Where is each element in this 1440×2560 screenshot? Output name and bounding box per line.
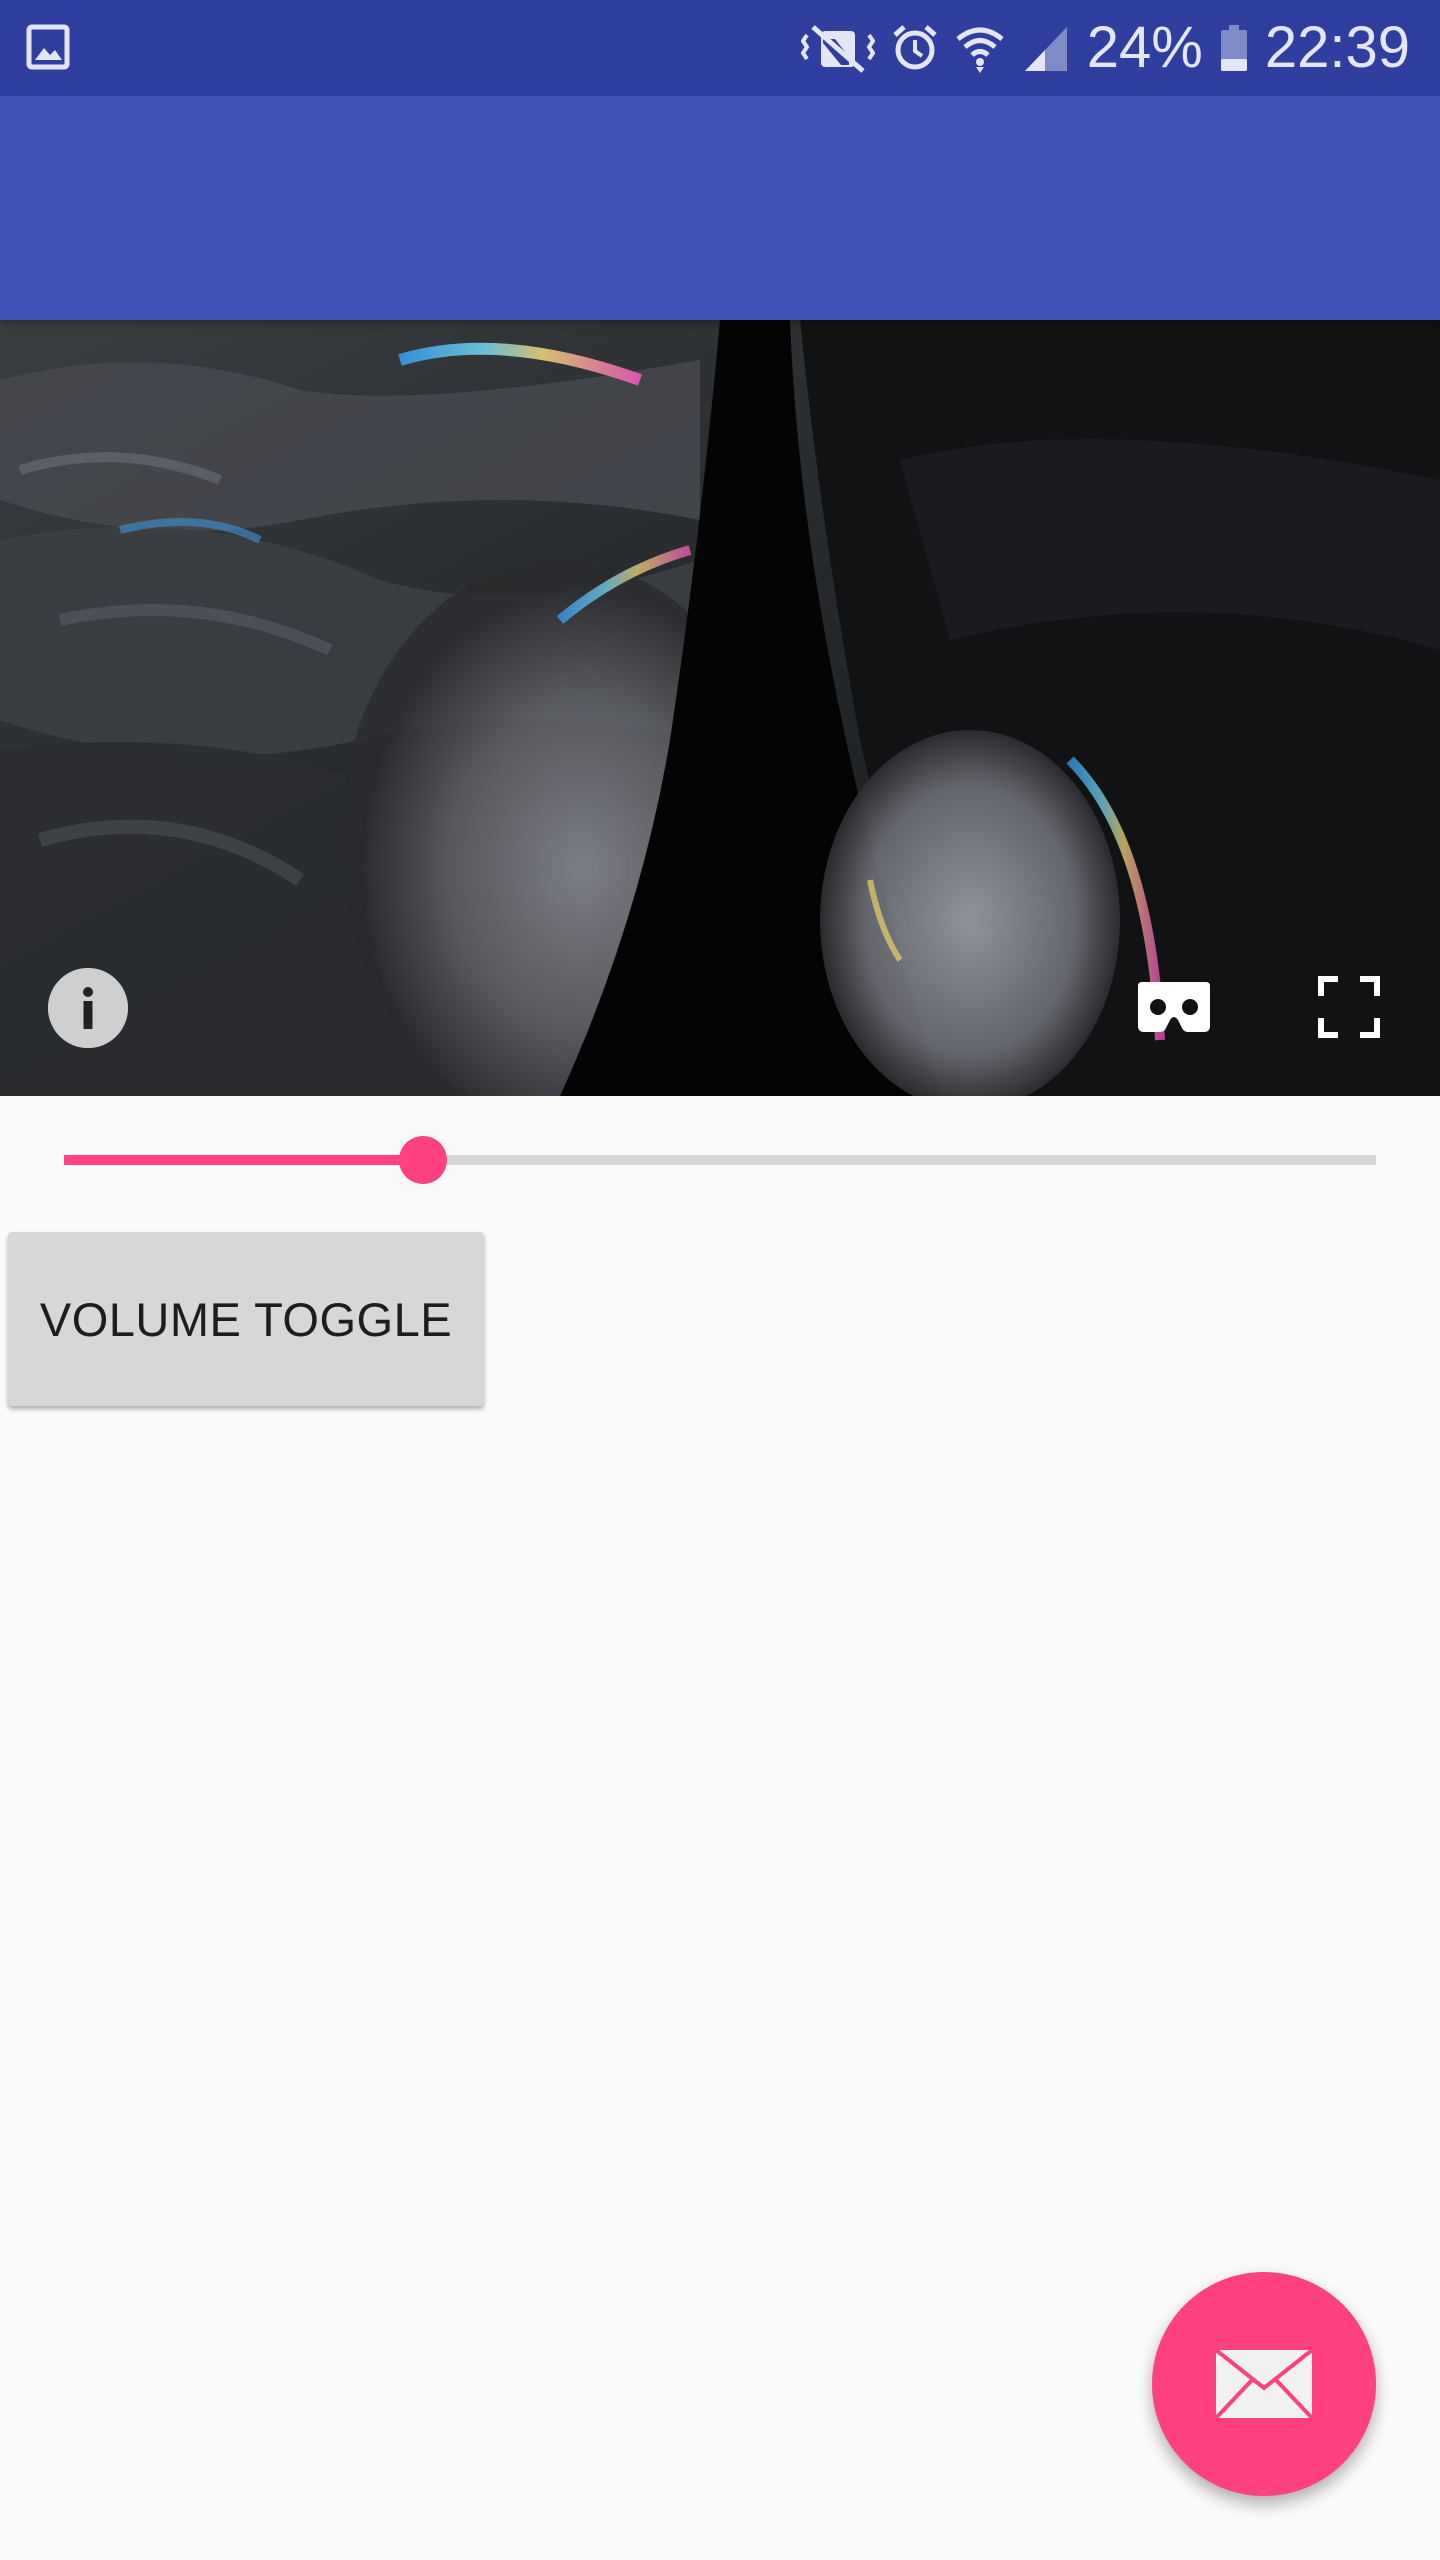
gallery-notification-icon — [26, 24, 70, 70]
seek-thumb[interactable] — [399, 1136, 448, 1184]
video-frame — [0, 320, 1440, 1096]
video-player[interactable] — [0, 320, 1440, 1096]
status-time: 22:39 — [1264, 15, 1410, 80]
info-button[interactable] — [48, 968, 128, 1048]
signal-icon — [1021, 23, 1071, 73]
volume-toggle-button[interactable]: VOLUME TOGGLE — [8, 1232, 484, 1406]
alarm-icon — [891, 23, 939, 73]
email-icon — [1214, 2348, 1314, 2420]
battery-percent: 24% — [1086, 15, 1203, 80]
fullscreen-button[interactable] — [1318, 976, 1380, 1038]
wifi-icon — [955, 23, 1005, 73]
battery-icon — [1219, 23, 1249, 73]
info-icon — [48, 968, 128, 1048]
seek-slider[interactable] — [64, 1136, 1376, 1184]
app-bar — [0, 96, 1440, 320]
vibrate-icon — [800, 23, 875, 73]
fullscreen-icon — [1318, 976, 1380, 1038]
email-fab[interactable] — [1152, 2272, 1376, 2496]
cardboard-icon — [1138, 982, 1210, 1032]
seek-progress — [64, 1155, 424, 1165]
status-bar: 24% 22:39 — [0, 0, 1440, 96]
cardboard-button[interactable] — [1136, 980, 1212, 1036]
